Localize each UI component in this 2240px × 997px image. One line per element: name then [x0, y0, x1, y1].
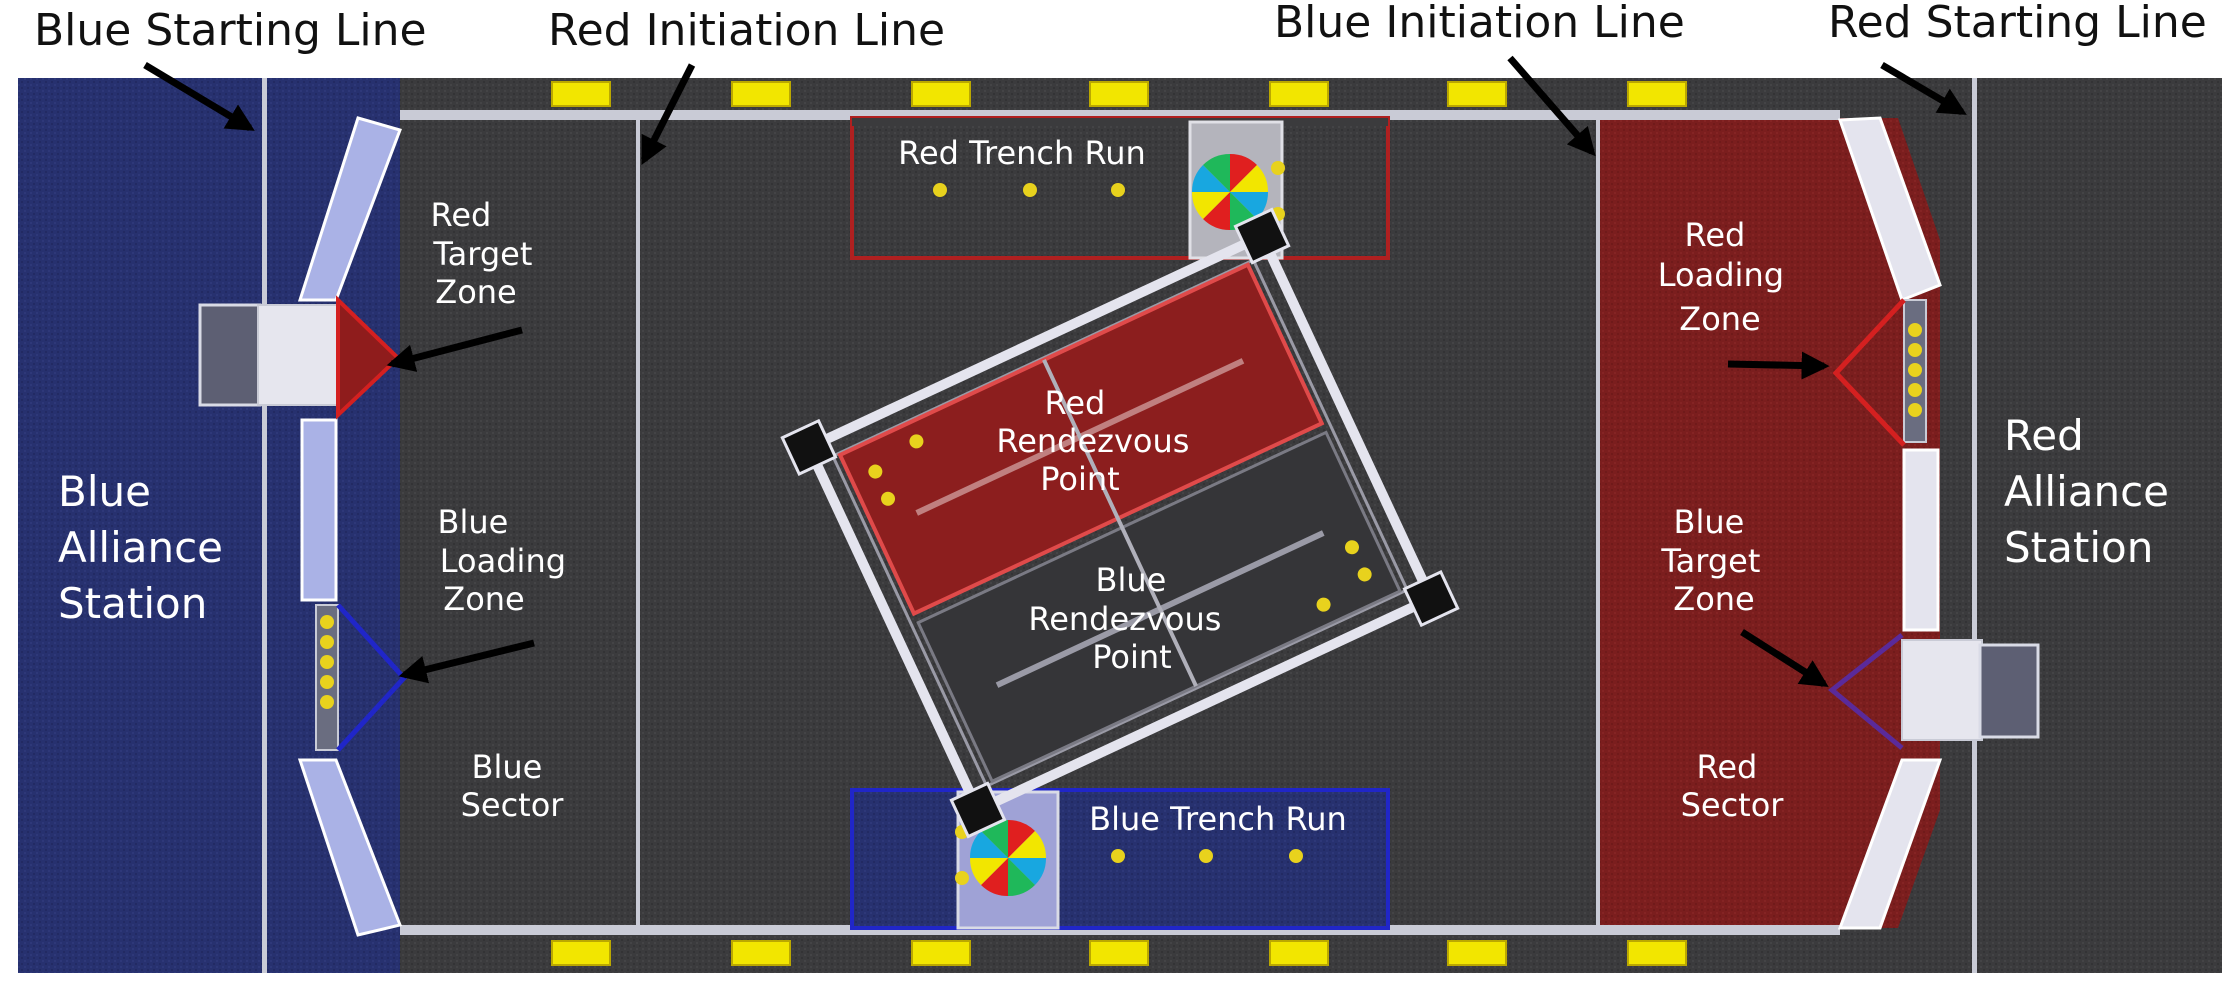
label-blue-target-zone-3: Zone	[1673, 580, 1754, 618]
field-diagram: Blue Starting Line Red Initiation Line B…	[18, 0, 2222, 973]
label-blue-sector-2: Sector	[461, 786, 565, 824]
label-red-initiation-line: Red Initiation Line	[548, 5, 945, 56]
label-blue-target-zone: Blue Target Zone	[1660, 503, 1770, 618]
label-red-alliance-station-2: Alliance	[2004, 467, 2169, 516]
label-blue-loading-zone-3: Zone	[443, 580, 524, 618]
label-blue-alliance-station-3: Station	[58, 579, 207, 628]
label-blue-rendezvous-point-1: Blue	[1096, 561, 1167, 599]
label-red-alliance-station-1: Red	[2004, 411, 2084, 460]
label-blue-loading-zone-1: Blue	[438, 503, 509, 541]
label-blue-alliance-station-2: Alliance	[58, 523, 223, 572]
blue-starting-line	[262, 78, 267, 973]
arrow-red-loading-zone	[1727, 351, 1830, 380]
label-red-rendezvous-point-2: Rendezvous	[996, 422, 1189, 460]
label-red-loading-zone-3: Zone	[1679, 300, 1760, 338]
label-red-sector-1: Red	[1697, 748, 1758, 786]
label-red-alliance-station-3: Station	[2004, 523, 2153, 572]
blue-wall-mid	[300, 418, 338, 602]
red-power-port-structure	[198, 303, 262, 407]
label-blue-rendezvous-point-3: Point	[1092, 638, 1171, 676]
blue-power-port-structure	[1978, 643, 2040, 739]
label-blue-trench-run: Blue Trench Run	[1089, 800, 1347, 838]
label-red-trench-run: Red Trench Run	[898, 134, 1146, 172]
label-red-target-zone-1: Red	[431, 196, 492, 234]
label-red-rendezvous-point-1: Red	[1045, 384, 1106, 422]
label-blue-starting-line: Blue Starting Line	[34, 5, 427, 56]
red-starting-line	[1972, 78, 1977, 973]
label-red-target-zone-3: Zone	[435, 273, 516, 311]
red-wall-mid	[1902, 448, 1940, 632]
label-red-sector-2: Sector	[1681, 786, 1785, 824]
red-initiation-line	[636, 120, 640, 925]
label-blue-alliance-station-1: Blue	[58, 467, 151, 516]
label-red-target-zone-2: Target	[432, 235, 532, 273]
red-trench-cover-top	[852, 118, 1388, 126]
label-red-starting-line: Red Starting Line	[1828, 0, 2207, 48]
red-power-port-inner	[257, 304, 339, 406]
label-red-loading-zone-2: Loading	[1658, 256, 1784, 294]
label-blue-sector: Blue Sector	[461, 748, 565, 824]
label-red-rendezvous-point-3: Point	[1040, 460, 1119, 498]
blue-power-port-inner	[1901, 639, 1983, 741]
label-blue-loading-zone-2: Loading	[440, 542, 566, 580]
label-blue-initiation-line: Blue Initiation Line	[1274, 0, 1685, 48]
label-blue-rendezvous-point-2: Rendezvous	[1028, 600, 1221, 638]
label-blue-target-zone-2: Target	[1660, 542, 1760, 580]
label-blue-target-zone-1: Blue	[1674, 503, 1745, 541]
blue-initiation-line	[1596, 120, 1600, 925]
label-red-loading-zone-1: Red	[1685, 216, 1746, 254]
label-blue-sector-1: Blue	[472, 748, 543, 786]
